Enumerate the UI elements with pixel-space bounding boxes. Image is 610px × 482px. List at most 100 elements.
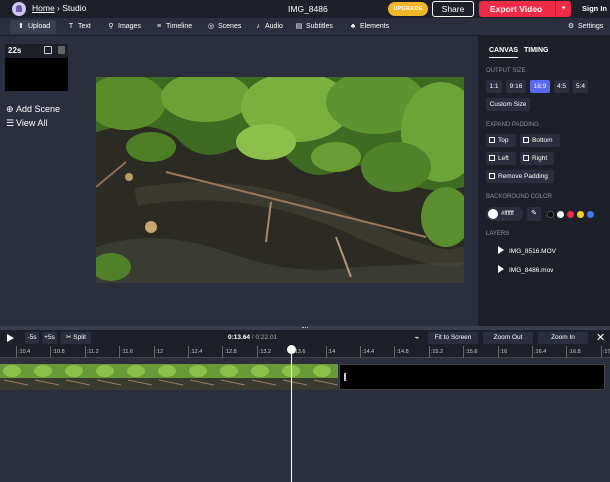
padding-right-label: Right: [532, 155, 548, 162]
size-4-5-button[interactable]: 4:5: [554, 80, 569, 93]
view-all-button[interactable]: ☰ View All: [6, 118, 47, 129]
swatch-black[interactable]: [547, 211, 554, 218]
remove-padding-label: Remove Padding: [498, 173, 548, 180]
color-swatch-preview: [488, 209, 498, 219]
timeline-ruler[interactable]: :10.4:10.8:11.2:11.6:12:12.4:12.8:13.2:1…: [0, 346, 610, 358]
fit-to-screen-button[interactable]: Fit to Screen: [428, 332, 478, 344]
swatch-blue[interactable]: [587, 211, 594, 218]
share-button[interactable]: Share: [432, 1, 474, 17]
zoom-out-button[interactable]: Zoom Out: [483, 332, 533, 344]
ruler-tick: :15.6: [463, 346, 477, 358]
tool-images[interactable]: ⚲ Images: [106, 20, 141, 34]
tab-canvas[interactable]: CANVAS: [489, 47, 519, 58]
zoom-in-button[interactable]: Zoom In: [538, 332, 588, 344]
tool-scenes[interactable]: ◎ Scenes: [206, 20, 241, 34]
duplicate-icon[interactable]: [44, 46, 52, 54]
project-title[interactable]: IMG_8486: [288, 4, 328, 14]
canvas-area: [75, 36, 478, 326]
subtitles-icon: ▤: [295, 23, 303, 30]
layer-label: IMG_8516.MOV: [509, 248, 556, 255]
tool-timeline[interactable]: ≡ Timeline: [154, 20, 192, 34]
size-9-16-button[interactable]: 9:16: [506, 80, 526, 93]
playhead-handle[interactable]: [287, 345, 296, 354]
layer-item[interactable]: IMG_8516.MOV: [498, 246, 556, 255]
tool-upload[interactable]: ⬆ Upload: [10, 20, 57, 34]
ruler-tick: :11.6: [119, 346, 133, 358]
padding-left-checkbox[interactable]: Left: [486, 152, 516, 165]
split-button[interactable]: ✂ Split: [61, 332, 91, 344]
scene-duration: 22s: [8, 46, 22, 55]
elements-icon: ♣: [350, 23, 356, 30]
sign-in-link[interactable]: Sign In: [582, 4, 607, 13]
padding-bottom-checkbox[interactable]: Bottom: [520, 134, 560, 147]
breadcrumb-home-link[interactable]: Home: [32, 3, 55, 13]
filmstrip-frame: [93, 364, 124, 390]
waveform-icon[interactable]: ⌁: [410, 333, 424, 343]
grip-icon: [302, 327, 308, 329]
top-bar: Home › Studio IMG_8486 UPGRADE Share Exp…: [0, 0, 610, 18]
ruler-tick: :10.4: [16, 346, 30, 358]
remove-padding-checkbox[interactable]: Remove Padding: [486, 170, 554, 183]
tab-timing[interactable]: TIMING: [524, 47, 549, 54]
background-color-picker[interactable]: #ffffff: [486, 207, 523, 221]
total-time: 0:22.01: [255, 334, 278, 341]
tool-elements-label: Elements: [360, 23, 390, 30]
skip-forward-button[interactable]: +5s: [42, 332, 57, 344]
expand-padding-heading: EXPAND PADDING: [486, 122, 539, 128]
filmstrip-frame: [0, 364, 31, 390]
upgrade-button[interactable]: UPGRADE: [388, 2, 428, 16]
export-video-label: Export Video: [490, 4, 543, 14]
upload-icon: ⬆: [18, 23, 24, 30]
swatch-red[interactable]: [567, 211, 574, 218]
ruler-tick: :14: [325, 346, 335, 358]
output-size-heading: OUTPUT SIZE: [486, 68, 526, 74]
skip-back-button[interactable]: -5s: [25, 332, 39, 344]
scenes-icon: ◎: [207, 23, 215, 30]
checkbox-icon: [489, 137, 495, 143]
ruler-tick: :17.2: [600, 346, 610, 358]
tool-audio[interactable]: ♪ Audio: [253, 20, 283, 34]
checkbox-icon: [523, 155, 529, 161]
tool-text-label: Text: [78, 23, 91, 30]
video-frame[interactable]: [96, 77, 464, 283]
tool-elements[interactable]: ♣ Elements: [348, 20, 389, 34]
size-1-1-button[interactable]: 1:1: [486, 80, 502, 93]
ruler-tick: :16.8: [566, 346, 581, 358]
video-clip[interactable]: [0, 364, 338, 390]
export-video-button[interactable]: Export Video ▾: [479, 1, 571, 17]
tool-subtitles[interactable]: ▤ Subtitles: [294, 20, 333, 34]
timeline-controls: -5s +5s ✂ Split 0:13.64 / 0:22.01 ⌁ Fit …: [0, 330, 610, 346]
add-scene-button[interactable]: ⊕ Add Scene: [6, 104, 60, 115]
close-icon[interactable]: ✕: [596, 331, 605, 345]
settings-button[interactable]: ⚙ Settings: [566, 20, 603, 34]
eyedropper-icon[interactable]: ✎: [527, 207, 541, 221]
black-clip[interactable]: [339, 364, 605, 390]
size-5-4-button[interactable]: 5:4: [573, 80, 588, 93]
padding-top-checkbox[interactable]: Top: [486, 134, 516, 147]
size-16-9-button[interactable]: 16:9: [530, 80, 550, 93]
view-all-label: View All: [16, 118, 48, 128]
swatch-yellow[interactable]: [577, 211, 584, 218]
ruler-tick: :12.8: [222, 346, 237, 358]
layer-item[interactable]: IMG_8486.mov: [498, 265, 553, 274]
avatar[interactable]: [12, 2, 26, 16]
ruler-tick: :10.8: [50, 346, 65, 358]
play-icon[interactable]: [7, 334, 14, 342]
tool-images-label: Images: [118, 23, 141, 30]
ruler-tick: :16.4: [532, 346, 546, 358]
padding-right-checkbox[interactable]: Right: [520, 152, 554, 165]
swatch-white[interactable]: [557, 211, 564, 218]
filmstrip-frame: [310, 364, 338, 390]
ruler-tick: :13.2: [256, 346, 271, 358]
clip-trim-handle[interactable]: [344, 373, 346, 381]
trash-icon[interactable]: [58, 46, 65, 54]
playhead[interactable]: [291, 350, 292, 482]
filmstrip-frame: [62, 364, 93, 390]
list-icon: ☰: [6, 118, 15, 128]
tool-upload-label: Upload: [28, 23, 51, 30]
custom-size-button[interactable]: Custom Size: [486, 98, 530, 111]
filmstrip-frame: [124, 364, 155, 390]
tool-text[interactable]: T Text: [66, 20, 91, 34]
scene-card[interactable]: 22s: [5, 44, 68, 91]
chevron-down-icon[interactable]: ▾: [555, 1, 571, 17]
